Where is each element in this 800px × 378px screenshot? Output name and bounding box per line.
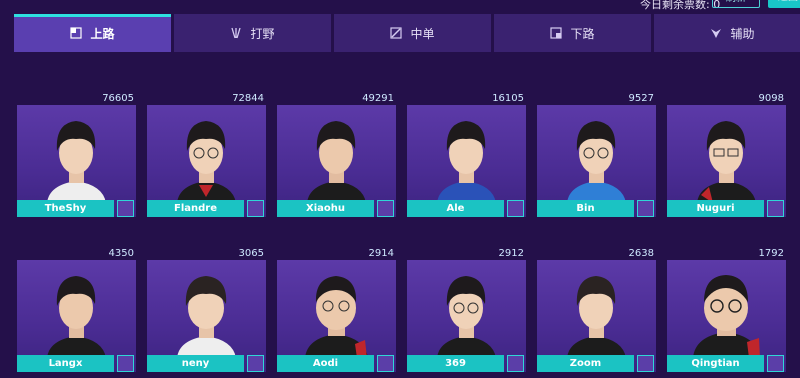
- tab-label: 上路: [90, 26, 115, 41]
- bot-lane-icon: [550, 27, 563, 39]
- player-name: Qingtian: [667, 355, 764, 372]
- vote-count: 9098: [758, 93, 784, 104]
- vote-count: 49291: [362, 93, 394, 104]
- vote-count: 2912: [498, 248, 524, 259]
- vote-count: 3065: [238, 248, 264, 259]
- vote-checkbox[interactable]: [377, 355, 394, 372]
- player-name: Ale: [407, 200, 504, 217]
- vote-count: 16105: [492, 93, 524, 104]
- tab-bot[interactable]: 下路: [494, 14, 651, 52]
- player-photo: [567, 121, 626, 203]
- vote-count: 2914: [368, 248, 394, 259]
- player-name: TheShy: [17, 200, 114, 217]
- support-icon: [711, 29, 722, 38]
- player-card[interactable]: 76605 TheShy: [17, 93, 136, 217]
- tab-top[interactable]: 上路: [14, 14, 171, 52]
- player-photo: [697, 121, 756, 203]
- player-card[interactable]: 49291 Xiaohu: [277, 93, 396, 217]
- tab-label: 辅助: [730, 26, 755, 41]
- top-bar: 今日剩余票数: 0 刷新 返回: [0, 0, 800, 12]
- player-name: 369: [407, 355, 504, 372]
- refresh-button[interactable]: 刷新: [712, 0, 760, 8]
- vote-count: 1792: [758, 248, 784, 259]
- tab-mid[interactable]: 中单: [334, 14, 491, 52]
- vote-checkbox[interactable]: [507, 200, 524, 217]
- player-photo: [437, 276, 496, 358]
- vote-checkbox[interactable]: [247, 200, 264, 217]
- tab-jungle[interactable]: 打野: [174, 14, 331, 52]
- player-photo: [437, 121, 496, 203]
- vote-checkbox[interactable]: [377, 200, 394, 217]
- back-button[interactable]: 返回: [768, 0, 800, 8]
- player-name: Flandre: [147, 200, 244, 217]
- vote-checkbox[interactable]: [117, 355, 134, 372]
- tab-label: 打野: [250, 26, 275, 41]
- tab-label: 中单: [410, 26, 435, 41]
- vote-checkbox[interactable]: [117, 200, 134, 217]
- vote-checkbox[interactable]: [637, 355, 654, 372]
- player-name: Xiaohu: [277, 200, 374, 217]
- vote-count: 4350: [108, 248, 134, 259]
- vote-checkbox[interactable]: [247, 355, 264, 372]
- player-card[interactable]: 3065 neny: [147, 248, 266, 372]
- player-name: Bin: [537, 200, 634, 217]
- position-tabs: 上路 打野 中单 下路 辅助: [14, 14, 800, 52]
- player-card[interactable]: 16105 Ale: [407, 93, 526, 217]
- player-photo: [177, 121, 236, 203]
- player-name: Nuguri: [667, 200, 764, 217]
- vote-checkbox[interactable]: [767, 355, 784, 372]
- player-photo: [305, 276, 368, 358]
- player-card[interactable]: 4350 Langx: [17, 248, 136, 372]
- mid-lane-icon: [390, 27, 403, 39]
- vote-count: 76605: [102, 93, 134, 104]
- vote-checkbox[interactable]: [507, 355, 524, 372]
- tab-support[interactable]: 辅助: [654, 14, 800, 52]
- player-name: Langx: [17, 355, 114, 372]
- vote-count: 9527: [628, 93, 654, 104]
- player-card[interactable]: 9527 Bin: [537, 93, 656, 217]
- player-photo: [47, 121, 106, 203]
- player-photo: [307, 121, 366, 203]
- remaining-votes-text: 今日剩余票数: 0: [640, 0, 721, 11]
- vote-checkbox[interactable]: [637, 200, 654, 217]
- player-name: Zoom: [537, 355, 634, 372]
- player-card[interactable]: 1792 Qingtian: [667, 248, 786, 372]
- player-card[interactable]: 2912 369: [407, 248, 526, 372]
- jungle-icon: [231, 27, 242, 39]
- player-card[interactable]: 72844 Flandre: [147, 93, 266, 217]
- player-card[interactable]: 9098 Nuguri: [667, 93, 786, 217]
- top-lane-icon: [70, 27, 83, 39]
- player-card[interactable]: 2914 Aodi: [277, 248, 396, 372]
- player-name: Aodi: [277, 355, 374, 372]
- vote-count: 72844: [232, 93, 264, 104]
- player-name: neny: [147, 355, 244, 372]
- vote-checkbox[interactable]: [767, 200, 784, 217]
- tab-label: 下路: [570, 26, 595, 41]
- player-photo: [693, 275, 760, 358]
- player-photo: [177, 276, 236, 358]
- vote-count: 2638: [628, 248, 654, 259]
- player-photo: [47, 276, 106, 358]
- player-photo: [567, 276, 626, 358]
- player-card[interactable]: 2638 Zoom: [537, 248, 656, 372]
